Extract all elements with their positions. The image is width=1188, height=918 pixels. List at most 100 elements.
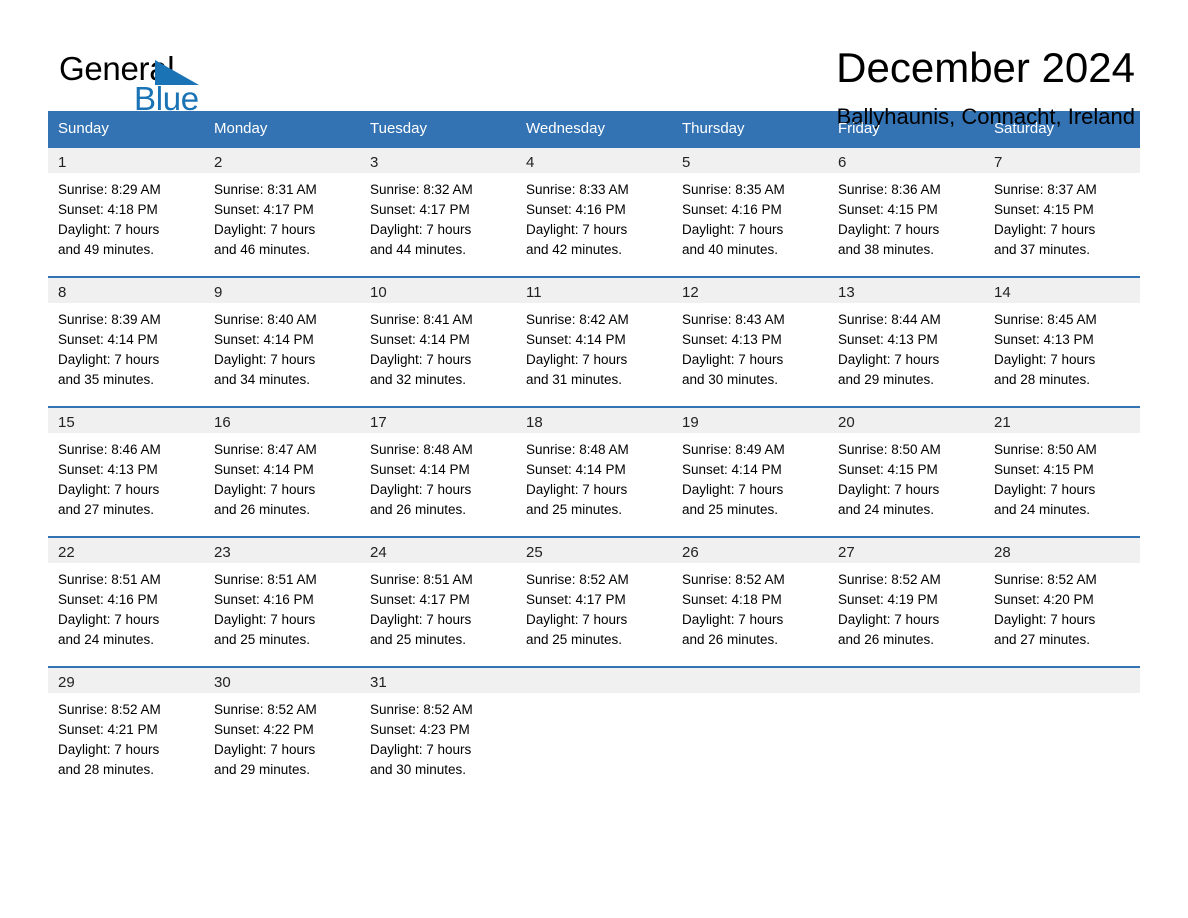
day-number: 30 xyxy=(204,668,360,693)
calendar-day-cell[interactable]: 17 Sunrise: 8:48 AM Sunset: 4:14 PM Dayligh… xyxy=(360,406,516,526)
day-number: 29 xyxy=(48,668,204,693)
daylight-duration-line2: and 30 minutes. xyxy=(682,372,779,387)
sunset-time: Sunset: 4:18 PM xyxy=(682,592,782,607)
calendar-day-cell[interactable]: 26 Sunrise: 8:52 AM Sunset: 4:18 PM Dayligh… xyxy=(672,536,828,656)
calendar-day-cell[interactable]: 6 Sunrise: 8:36 AM Sunset: 4:15 PM Daylight… xyxy=(828,146,984,266)
day-details: Sunrise: 8:52 AM Sunset: 4:18 PM Daylight:… xyxy=(672,563,828,650)
sunrise-time: Sunrise: 8:36 AM xyxy=(838,182,941,197)
calendar-day-cell[interactable]: 7 Sunrise: 8:37 AM Sunset: 4:15 PM Daylight… xyxy=(984,146,1140,266)
day-number: 4 xyxy=(516,148,672,173)
calendar-day-cell[interactable]: 31 Sunrise: 8:52 AM Sunset: 4:23 PM Dayligh… xyxy=(360,666,516,786)
daylight-duration-line1: Daylight: 7 hours xyxy=(370,742,472,757)
calendar-day-cell[interactable]: 5 Sunrise: 8:35 AM Sunset: 4:16 PM Daylight… xyxy=(672,146,828,266)
sunrise-time: Sunrise: 8:48 AM xyxy=(370,442,473,457)
calendar-day-cell[interactable]: 13 Sunrise: 8:44 AM Sunset: 4:13 PM Dayligh… xyxy=(828,276,984,396)
calendar-day-cell[interactable]: 23 Sunrise: 8:51 AM Sunset: 4:16 PM Dayligh… xyxy=(204,536,360,656)
sunrise-time: Sunrise: 8:52 AM xyxy=(994,572,1097,587)
sunrise-time: Sunrise: 8:35 AM xyxy=(682,182,785,197)
day-number xyxy=(984,668,1140,693)
daylight-duration-line2: and 25 minutes. xyxy=(682,502,779,517)
daylight-duration-line2: and 32 minutes. xyxy=(370,372,467,387)
week-spacer-cell xyxy=(48,656,1140,667)
day-details: Sunrise: 8:52 AM Sunset: 4:23 PM Daylight:… xyxy=(360,693,516,780)
calendar-day-cell[interactable]: 2 Sunrise: 8:31 AM Sunset: 4:17 PM Daylight… xyxy=(204,146,360,266)
day-number: 10 xyxy=(360,278,516,303)
calendar-day-cell[interactable]: 15 Sunrise: 8:46 AM Sunset: 4:13 PM Dayligh… xyxy=(48,406,204,526)
calendar-day-cell[interactable]: 8 Sunrise: 8:39 AM Sunset: 4:14 PM Daylight… xyxy=(48,276,204,396)
sunrise-time: Sunrise: 8:45 AM xyxy=(994,312,1097,327)
calendar-day-cell-empty xyxy=(516,666,672,786)
sunrise-time: Sunrise: 8:52 AM xyxy=(682,572,785,587)
sunset-time: Sunset: 4:14 PM xyxy=(370,332,470,347)
sunrise-time: Sunrise: 8:52 AM xyxy=(526,572,629,587)
day-number: 27 xyxy=(828,538,984,563)
sunset-time: Sunset: 4:16 PM xyxy=(214,592,314,607)
daylight-duration-line1: Daylight: 7 hours xyxy=(994,482,1096,497)
sunrise-time: Sunrise: 8:32 AM xyxy=(370,182,473,197)
title-block: December 2024 Ballyhaunis, Connacht, Ire… xyxy=(259,44,1140,132)
daylight-duration-line1: Daylight: 7 hours xyxy=(214,482,316,497)
calendar-day-cell[interactable]: 4 Sunrise: 8:33 AM Sunset: 4:16 PM Daylight… xyxy=(516,146,672,266)
day-details: Sunrise: 8:52 AM Sunset: 4:21 PM Daylight:… xyxy=(48,693,204,780)
daylight-duration-line2: and 26 minutes. xyxy=(838,632,935,647)
calendar-day-cell[interactable]: 12 Sunrise: 8:43 AM Sunset: 4:13 PM Dayligh… xyxy=(672,276,828,396)
week-spacer xyxy=(48,656,1140,667)
calendar-day-cell[interactable]: 28 Sunrise: 8:52 AM Sunset: 4:20 PM Dayligh… xyxy=(984,536,1140,656)
calendar-day-cell[interactable]: 27 Sunrise: 8:52 AM Sunset: 4:19 PM Dayligh… xyxy=(828,536,984,656)
day-number: 1 xyxy=(48,148,204,173)
sunrise-time: Sunrise: 8:50 AM xyxy=(838,442,941,457)
daylight-duration-line1: Daylight: 7 hours xyxy=(58,482,160,497)
day-number: 2 xyxy=(204,148,360,173)
sunset-time: Sunset: 4:15 PM xyxy=(994,202,1094,217)
daylight-duration-line1: Daylight: 7 hours xyxy=(370,612,472,627)
sunrise-time: Sunrise: 8:29 AM xyxy=(58,182,161,197)
calendar-day-cell[interactable]: 3 Sunrise: 8:32 AM Sunset: 4:17 PM Daylight… xyxy=(360,146,516,266)
calendar-day-cell[interactable]: 29 Sunrise: 8:52 AM Sunset: 4:21 PM Dayligh… xyxy=(48,666,204,786)
calendar-day-cell-empty xyxy=(828,666,984,786)
calendar-day-cell[interactable]: 10 Sunrise: 8:41 AM Sunset: 4:14 PM Dayligh… xyxy=(360,276,516,396)
calendar-day-cell[interactable]: 1 Sunrise: 8:29 AM Sunset: 4:18 PM Daylight… xyxy=(48,146,204,266)
calendar-week-row: 15 Sunrise: 8:46 AM Sunset: 4:13 PM Dayligh… xyxy=(48,406,1140,526)
daylight-duration-line1: Daylight: 7 hours xyxy=(370,222,472,237)
calendar-day-cell[interactable]: 11 Sunrise: 8:42 AM Sunset: 4:14 PM Dayligh… xyxy=(516,276,672,396)
day-details: Sunrise: 8:52 AM Sunset: 4:17 PM Daylight:… xyxy=(516,563,672,650)
calendar-day-cell-empty xyxy=(984,666,1140,786)
calendar-day-cell[interactable]: 21 Sunrise: 8:50 AM Sunset: 4:15 PM Dayligh… xyxy=(984,406,1140,526)
daylight-duration-line1: Daylight: 7 hours xyxy=(838,482,940,497)
calendar-day-cell[interactable]: 25 Sunrise: 8:52 AM Sunset: 4:17 PM Dayligh… xyxy=(516,536,672,656)
day-details: Sunrise: 8:48 AM Sunset: 4:14 PM Daylight:… xyxy=(516,433,672,520)
calendar-day-cell[interactable]: 24 Sunrise: 8:51 AM Sunset: 4:17 PM Dayligh… xyxy=(360,536,516,656)
page-header: General Blue December 2024 Ballyhaunis, … xyxy=(48,0,1140,129)
daylight-duration-line1: Daylight: 7 hours xyxy=(58,612,160,627)
daylight-duration-line1: Daylight: 7 hours xyxy=(58,222,160,237)
day-details: Sunrise: 8:42 AM Sunset: 4:14 PM Daylight:… xyxy=(516,303,672,390)
calendar-day-cell[interactable]: 18 Sunrise: 8:48 AM Sunset: 4:14 PM Dayligh… xyxy=(516,406,672,526)
calendar-day-cell[interactable]: 16 Sunrise: 8:47 AM Sunset: 4:14 PM Dayligh… xyxy=(204,406,360,526)
calendar-day-cell[interactable]: 9 Sunrise: 8:40 AM Sunset: 4:14 PM Daylight… xyxy=(204,276,360,396)
daylight-duration-line1: Daylight: 7 hours xyxy=(682,352,784,367)
sunset-time: Sunset: 4:17 PM xyxy=(370,202,470,217)
daylight-duration-line2: and 25 minutes. xyxy=(526,632,623,647)
sunset-time: Sunset: 4:14 PM xyxy=(214,332,314,347)
day-number: 25 xyxy=(516,538,672,563)
daylight-duration-line2: and 35 minutes. xyxy=(58,372,155,387)
daylight-duration-line1: Daylight: 7 hours xyxy=(682,482,784,497)
day-details: Sunrise: 8:50 AM Sunset: 4:15 PM Daylight:… xyxy=(984,433,1140,520)
daylight-duration-line1: Daylight: 7 hours xyxy=(58,352,160,367)
daylight-duration-line1: Daylight: 7 hours xyxy=(682,222,784,237)
day-number xyxy=(828,668,984,693)
sunrise-time: Sunrise: 8:48 AM xyxy=(526,442,629,457)
sunset-time: Sunset: 4:13 PM xyxy=(58,462,158,477)
calendar-day-cell[interactable]: 22 Sunrise: 8:51 AM Sunset: 4:16 PM Dayligh… xyxy=(48,536,204,656)
day-number: 14 xyxy=(984,278,1140,303)
daylight-duration-line2: and 27 minutes. xyxy=(58,502,155,517)
calendar-day-cell[interactable]: 19 Sunrise: 8:49 AM Sunset: 4:14 PM Dayligh… xyxy=(672,406,828,526)
sunrise-time: Sunrise: 8:52 AM xyxy=(58,702,161,717)
day-details: Sunrise: 8:45 AM Sunset: 4:13 PM Daylight:… xyxy=(984,303,1140,390)
sunrise-time: Sunrise: 8:46 AM xyxy=(58,442,161,457)
day-number: 11 xyxy=(516,278,672,303)
calendar-day-cell[interactable]: 20 Sunrise: 8:50 AM Sunset: 4:15 PM Dayligh… xyxy=(828,406,984,526)
calendar-day-cell[interactable]: 14 Sunrise: 8:45 AM Sunset: 4:13 PM Dayligh… xyxy=(984,276,1140,396)
daylight-duration-line1: Daylight: 7 hours xyxy=(214,612,316,627)
calendar-day-cell[interactable]: 30 Sunrise: 8:52 AM Sunset: 4:22 PM Dayligh… xyxy=(204,666,360,786)
